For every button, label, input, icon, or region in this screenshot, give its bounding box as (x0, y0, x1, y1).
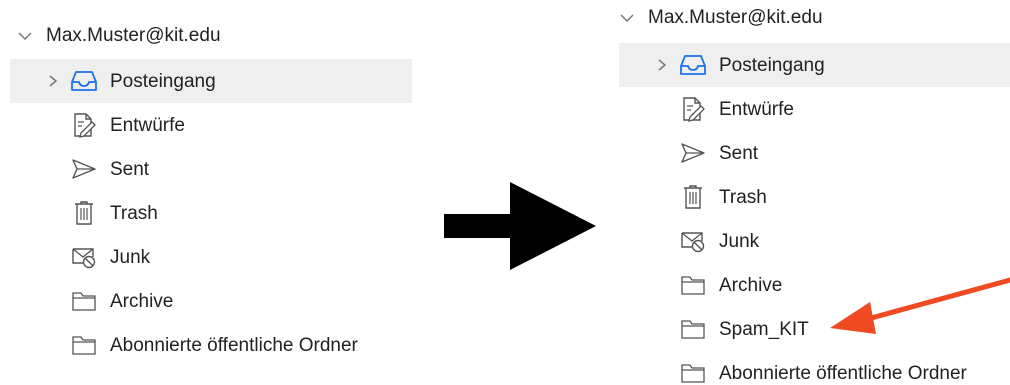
folder-label: Entwürfe (719, 98, 794, 120)
folder-item-archive[interactable]: Archive (10, 279, 412, 323)
folder-item-posteingang[interactable]: Posteingang (10, 59, 412, 103)
junk-mail-icon (679, 227, 707, 255)
folder-item-trash[interactable]: Trash (619, 175, 1010, 219)
account-header[interactable]: Max.Muster@kit.edu (618, 2, 823, 34)
folder-label: Junk (719, 230, 760, 252)
chevron-right-icon[interactable] (42, 70, 64, 92)
folder-item-entwuerfe[interactable]: Entwürfe (619, 87, 1010, 131)
folder-item-entwuerfe[interactable]: Entwürfe (10, 103, 412, 147)
folder-icon (679, 359, 707, 385)
folder-label: Trash (719, 186, 767, 208)
folder-icon (679, 315, 707, 343)
folder-label: Sent (110, 158, 150, 180)
chevron-down-icon[interactable] (618, 9, 636, 27)
screenshot-stage: Max.Muster@kit.edu Posteingang Entwürfe … (0, 0, 1010, 385)
folder-list: Posteingang Entwürfe Sent Trash Junk Arc… (10, 59, 412, 367)
chevron-down-icon[interactable] (16, 27, 34, 45)
chevron-right-icon[interactable] (651, 54, 673, 76)
folder-label: Archive (719, 274, 783, 296)
folder-item-public-folders[interactable]: Abonnierte öffentliche Ordner (10, 323, 412, 367)
folder-icon (70, 287, 98, 315)
inbox-tray-icon (679, 51, 707, 79)
red-pointer-arrow-icon (830, 277, 1010, 334)
inbox-tray-icon (70, 67, 98, 95)
folder-label: Archive (110, 290, 174, 312)
folder-item-sent[interactable]: Sent (619, 131, 1010, 175)
junk-mail-icon (70, 243, 98, 271)
trash-can-icon (679, 183, 707, 211)
folder-icon (70, 331, 98, 359)
folder-label: Trash (110, 202, 158, 224)
folder-label: Spam_KIT (719, 318, 809, 340)
drafts-icon (679, 95, 707, 123)
folder-label: Entwürfe (110, 114, 185, 136)
folder-item-junk[interactable]: Junk (619, 219, 1010, 263)
paper-plane-icon (70, 155, 98, 183)
account-header[interactable]: Max.Muster@kit.edu (16, 20, 221, 52)
folder-label: Posteingang (110, 70, 216, 92)
right-arrow-icon (444, 182, 596, 270)
account-email: Max.Muster@kit.edu (648, 7, 823, 28)
folder-item-trash[interactable]: Trash (10, 191, 412, 235)
folder-item-junk[interactable]: Junk (10, 235, 412, 279)
drafts-icon (70, 111, 98, 139)
folder-label: Abonnierte öffentliche Ordner (110, 334, 358, 356)
folder-icon (679, 271, 707, 299)
folder-label: Posteingang (719, 54, 825, 76)
account-email: Max.Muster@kit.edu (46, 25, 221, 46)
folder-item-sent[interactable]: Sent (10, 147, 412, 191)
trash-can-icon (70, 199, 98, 227)
folder-item-public-folders[interactable]: Abonnierte öffentliche Ordner (619, 351, 1010, 385)
folder-item-posteingang[interactable]: Posteingang (619, 43, 1010, 87)
folder-label: Abonnierte öffentliche Ordner (719, 362, 967, 384)
folder-label: Junk (110, 246, 151, 268)
paper-plane-icon (679, 139, 707, 167)
folder-label: Sent (719, 142, 759, 164)
